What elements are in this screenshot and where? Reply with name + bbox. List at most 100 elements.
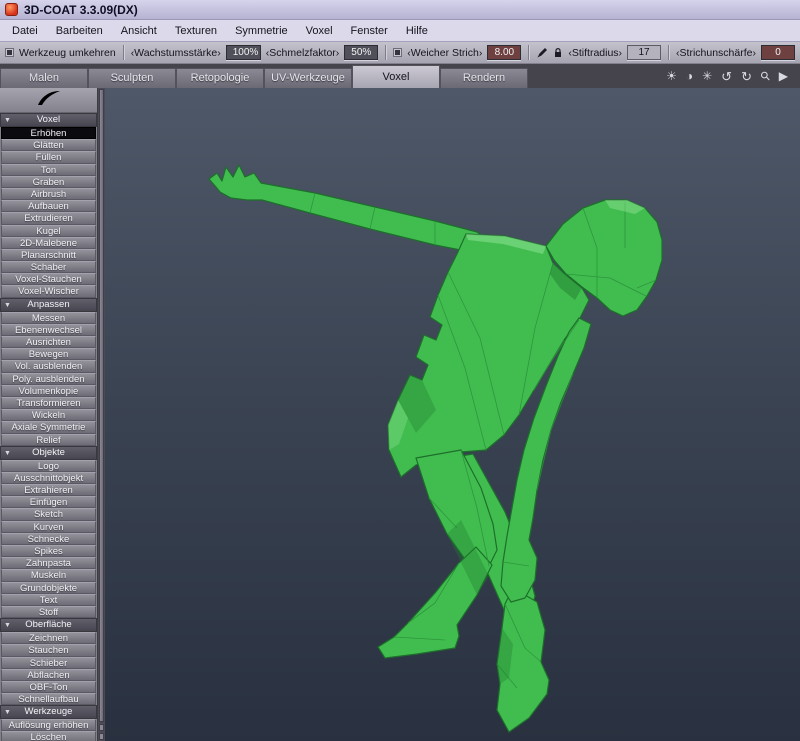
menu-item-hilfe[interactable]: Hilfe — [397, 22, 437, 40]
tool-ausschnittobjekt[interactable]: Ausschnittobjekt — [1, 471, 96, 485]
growth-strength-label: ‹Wachstumsstärke› — [130, 46, 221, 59]
tool-sketch[interactable]: Sketch — [1, 508, 96, 521]
tool-voxel-wischer[interactable]: Voxel-Wischer — [1, 285, 96, 298]
sun-icon[interactable]: ☀ — [666, 70, 677, 82]
tool-section-oberflache[interactable]: ▼ Oberfläche — [0, 618, 97, 633]
tab-voxel[interactable]: Voxel — [352, 65, 440, 88]
menu-item-barbeiten[interactable]: Barbeiten — [47, 22, 112, 40]
tool-2d-malebene[interactable]: 2D-Malebene — [1, 236, 96, 249]
tool-schnellaufbau[interactable]: Schnellaufbau — [1, 693, 96, 706]
scrollbar-thumb[interactable] — [99, 89, 104, 722]
tool-erhohen[interactable]: Erhöhen — [1, 127, 96, 140]
tab-rendern[interactable]: Rendern — [440, 68, 528, 88]
tool-aufbauen[interactable]: Aufbauen — [1, 200, 96, 213]
tool-section-voxel[interactable]: ▼ Voxel — [0, 113, 97, 127]
tool-fullen[interactable]: Füllen — [1, 151, 96, 164]
tool-kurven[interactable]: Kurven — [1, 520, 96, 533]
soft-stroke-checkbox[interactable] — [393, 48, 403, 57]
tool-stoff[interactable]: Stoff — [1, 605, 96, 619]
tool-section-objekte[interactable]: ▼ Objekte — [0, 445, 97, 460]
tool-zeichnen[interactable]: Zeichnen — [1, 632, 96, 645]
tab-strip: Malen Sculpten Retopologie UV-Werkzeuge Voxe… — [0, 64, 528, 88]
tool-schaber[interactable]: Schaber — [1, 261, 96, 274]
scrollbar-up-button[interactable] — [99, 724, 104, 731]
tool-ebenenwechsel[interactable]: Ebenenwechsel — [1, 323, 96, 336]
tool-spikes[interactable]: Spikes — [1, 545, 96, 558]
soft-stroke-label: ‹Weicher Strich› — [407, 46, 483, 59]
pen-radius-field[interactable]: 17 — [627, 45, 662, 60]
quill-icon — [36, 90, 62, 111]
melt-factor-field[interactable]: 50% — [344, 45, 379, 60]
tab-sculpten[interactable]: Sculpten — [88, 68, 176, 88]
viewport-3d[interactable] — [105, 88, 800, 741]
tool-graben[interactable]: Graben — [1, 175, 96, 188]
menu-item-symmetrie[interactable]: Symmetrie — [226, 22, 297, 40]
tool-schieber[interactable]: Schieber — [1, 656, 96, 669]
tool-voxel-stauchen[interactable]: Voxel-Stauchen — [1, 273, 96, 286]
toolbar-separator — [668, 45, 670, 60]
tool-obf-ton[interactable]: OBF-Ton — [1, 680, 96, 694]
lock-icon[interactable] — [553, 47, 563, 59]
menu-item-fenster[interactable]: Fenster — [342, 22, 397, 40]
collapse-arrow-icon: ▼ — [4, 709, 11, 717]
scrollbar-down-button[interactable] — [99, 733, 104, 740]
tool-auflosung-erhohen[interactable]: Auflösung erhöhen — [1, 719, 96, 732]
tool-section-anpassen[interactable]: ▼ Anpassen — [0, 297, 97, 312]
tool-wickeln[interactable]: Wickeln — [1, 409, 96, 422]
tool-schnecke[interactable]: Schnecke — [1, 532, 96, 545]
tool-abflachen[interactable]: Abflachen — [1, 668, 96, 681]
growth-strength-field[interactable]: 100% — [225, 45, 261, 60]
tool-airbrush[interactable]: Airbrush — [1, 187, 96, 201]
rotate-cw-icon[interactable]: ↻ — [741, 70, 752, 83]
tool-stauchen[interactable]: Stauchen — [1, 644, 96, 657]
tool-relief[interactable]: Relief — [1, 433, 96, 446]
pen-radius-label: ‹Stiftradius› — [568, 46, 623, 59]
tool-einfugen[interactable]: Einfügen — [1, 496, 96, 509]
menu-item-voxel[interactable]: Voxel — [297, 22, 342, 40]
tool-extrudieren[interactable]: Extrudieren — [1, 212, 96, 225]
contrast-icon[interactable]: ◑ — [686, 70, 693, 82]
tool-muskeln[interactable]: Muskeln — [1, 569, 96, 582]
tool-messen[interactable]: Messen — [1, 311, 96, 324]
tool-kugel[interactable]: Kugel — [1, 224, 96, 237]
tool-grundobjekte[interactable]: Grundobjekte — [1, 581, 96, 594]
pen-icon[interactable] — [536, 47, 548, 59]
tab-uv-werkzeuge[interactable]: UV-Werkzeuge — [264, 68, 352, 88]
tool-poly-ausblenden[interactable]: Poly. ausblenden — [1, 372, 96, 385]
magnifier-icon[interactable]: ⚲ — [757, 68, 773, 84]
flare-icon[interactable]: ✳ — [702, 70, 712, 82]
sidebar-scrollbar[interactable] — [97, 88, 105, 741]
tool-loschen[interactable]: Löschen — [1, 731, 96, 741]
invert-tool-checkbox[interactable] — [5, 48, 14, 57]
window-title: 3D-COAT 3.3.09(DX) — [24, 2, 138, 17]
tool-glatten[interactable]: Glätten — [1, 139, 96, 152]
tool-logo[interactable]: Logo — [1, 459, 96, 472]
tool-planarschnitt[interactable]: Planarschnitt — [1, 248, 96, 262]
tool-axiale-symmetrie[interactable]: Axiale Symmetrie — [1, 421, 96, 434]
tool-vol-ausblenden[interactable]: Vol. ausblenden — [1, 360, 96, 373]
menu-item-ansicht[interactable]: Ansicht — [112, 22, 166, 40]
menu-item-datei[interactable]: Datei — [3, 22, 47, 40]
tool-volumenkopie[interactable]: Volumenkopie — [1, 384, 96, 397]
tool-zahnpasta[interactable]: Zahnpasta — [1, 557, 96, 570]
tool-ausrichten[interactable]: Ausrichten — [1, 336, 96, 349]
rotate-ccw-icon[interactable]: ↺ — [721, 70, 732, 83]
menu-item-texturen[interactable]: Texturen — [166, 22, 226, 40]
view-icons: ☀ ◑ ✳ ↺ ↻ ⚲ ▶ — [654, 64, 800, 88]
tool-extrahieren[interactable]: Extrahieren — [1, 484, 96, 497]
cursor-icon[interactable]: ▶ — [779, 70, 788, 82]
stroke-blur-field[interactable]: 0 — [761, 45, 795, 60]
soft-stroke-field[interactable]: 8.00 — [487, 45, 522, 60]
viewport-canvas — [208, 164, 663, 733]
tab-retopologie[interactable]: Retopologie — [176, 68, 264, 88]
title-bar[interactable]: 3D-COAT 3.3.09(DX) — [0, 0, 800, 20]
stroke-blur-label: ‹Strichunschärfe› — [676, 46, 756, 59]
tool-ton[interactable]: Ton — [1, 163, 96, 176]
tool-bewegen[interactable]: Bewegen — [1, 348, 96, 361]
content-area: ▼ Voxel Erhöhen Glätten Füllen Ton Graben Airbr… — [0, 88, 800, 741]
tool-section-werkzeuge[interactable]: ▼ Werkzeuge — [0, 705, 97, 720]
tool-list: ▼ Voxel Erhöhen Glätten Füllen Ton Graben Airbr… — [0, 113, 97, 741]
tool-transformieren[interactable]: Transformieren — [1, 396, 96, 410]
tab-malen[interactable]: Malen — [0, 68, 88, 88]
tool-text[interactable]: Text — [1, 593, 96, 606]
